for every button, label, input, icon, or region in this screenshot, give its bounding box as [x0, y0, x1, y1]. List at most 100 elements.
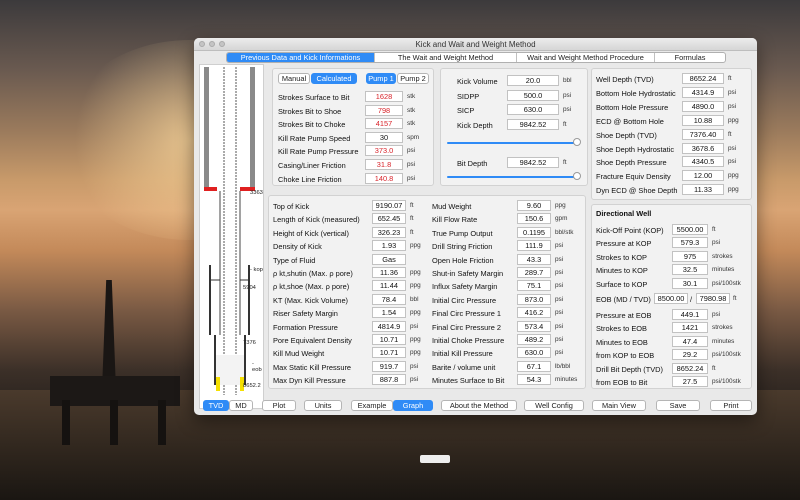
tab-wait-weight-method[interactable]: The Wait and Weight Method	[375, 53, 517, 62]
eob-row-field[interactable]: 1421	[672, 322, 708, 334]
pump-row-field[interactable]: 373.0	[365, 145, 403, 157]
result-left-row-field[interactable]: 11.44	[372, 280, 406, 292]
kick-row-field[interactable]: 500.0	[507, 89, 559, 101]
print-button[interactable]: Print	[710, 400, 752, 411]
result-left-row-field[interactable]: 652.45	[372, 213, 406, 225]
bit-depth-field[interactable]: 9842.52	[507, 157, 559, 168]
md-toggle[interactable]: MD	[229, 400, 253, 411]
example-button[interactable]: Example	[351, 400, 393, 411]
result-left-row-field[interactable]: 887.8	[372, 374, 406, 386]
result-left-row-field[interactable]: 10.71	[372, 334, 406, 345]
well-row-field[interactable]: 12.00	[682, 170, 724, 182]
result-left-row-field[interactable]: 1.54	[372, 307, 406, 319]
well-row-field[interactable]: 11.33	[682, 184, 724, 196]
eob-row-label: Strokes to EOB	[596, 324, 647, 334]
bit-row-field[interactable]: 27.5	[672, 376, 708, 388]
kop-row-field[interactable]: 975	[672, 250, 708, 262]
well-row-field[interactable]: 7376.40	[682, 128, 724, 140]
result-left-row-field[interactable]: 1.93	[372, 240, 406, 252]
pump-row-unit: psi	[407, 161, 416, 168]
result-right-row-unit: psi	[555, 269, 564, 276]
result-right-row-field[interactable]: 573.4	[517, 320, 551, 332]
result-right-row-field[interactable]: 630.0	[517, 347, 551, 359]
zoom-window-button[interactable]	[219, 41, 225, 47]
pump1-button[interactable]: Pump 1	[366, 73, 396, 84]
result-left-row-field[interactable]: 919.7	[372, 360, 406, 372]
result-left-row-field[interactable]: 78.4	[372, 293, 406, 305]
well-row-field[interactable]: 4890.0	[682, 100, 724, 112]
result-right-row-field[interactable]: 111.9	[517, 240, 551, 252]
result-left-row-field[interactable]: 9190.07	[372, 200, 406, 211]
pump-row-field[interactable]: 1628	[365, 91, 403, 102]
kick-row-field[interactable]: 20.0	[507, 75, 559, 86]
pump-row-label: Kill Rate Pump Pressure	[278, 147, 359, 157]
result-right-row-field[interactable]: 416.2	[517, 307, 551, 319]
pump-row-field[interactable]: 4157	[365, 118, 403, 130]
well-row-field[interactable]: 3678.6	[682, 142, 724, 154]
result-left-row-label: Pore Equivalent Density	[273, 336, 352, 345]
well-config-button[interactable]: Well Config	[524, 400, 584, 411]
result-right-row-field[interactable]: 150.6	[517, 213, 551, 225]
tvd-toggle[interactable]: TVD	[203, 400, 229, 411]
kop-row-field[interactable]: 32.5	[672, 264, 708, 276]
result-right-row-unit: psi	[555, 336, 564, 343]
eob-row-field[interactable]: 29.2	[672, 349, 708, 361]
tab-procedure[interactable]: Wait and Weight Method Procedure	[517, 53, 655, 62]
bit-depth-slider-knob[interactable]	[573, 172, 581, 180]
well-row-field[interactable]: 4340.5	[682, 156, 724, 168]
eob-tvd-field[interactable]: 7980.98	[696, 293, 730, 304]
eob-row-unit: psi	[712, 311, 721, 318]
manual-button[interactable]: Manual	[278, 73, 310, 84]
pump-row-label: Casing/Liner Friction	[278, 161, 346, 170]
result-left-row-field[interactable]: 4814.9	[372, 320, 406, 332]
result-left-row-label: Formation Pressure	[273, 322, 338, 332]
kop-row-field[interactable]: 5500.00	[672, 224, 708, 235]
save-button[interactable]: Save	[656, 400, 700, 411]
tab-formulas[interactable]: Formulas	[655, 53, 725, 62]
plot-button[interactable]: Plot	[262, 400, 296, 411]
result-right-row-field[interactable]: 289.7	[517, 267, 551, 278]
graph-button[interactable]: Graph	[393, 400, 433, 411]
well-row-field[interactable]: 8652.24	[682, 73, 724, 84]
pump-row-field[interactable]: 798	[365, 104, 403, 116]
eob-row-field[interactable]: 47.4	[672, 335, 708, 347]
result-left-row-field[interactable]: 10.71	[372, 347, 406, 359]
pump-row-field[interactable]: 30	[365, 131, 403, 143]
units-button[interactable]: Units	[304, 400, 342, 411]
tab-previous-data[interactable]: Previous Data and Kick Informations	[227, 53, 375, 62]
result-right-row-unit: psi	[555, 242, 564, 250]
result-right-row-field[interactable]: 67.1	[517, 360, 551, 372]
kop-row-field[interactable]: 579.3	[672, 237, 708, 249]
well-row-field[interactable]: 10.88	[682, 114, 724, 126]
bit-depth-slider[interactable]	[447, 176, 577, 178]
result-right-row-field[interactable]: 9.60	[517, 200, 551, 211]
pump2-button[interactable]: Pump 2	[397, 73, 429, 84]
close-window-button[interactable]	[199, 41, 205, 47]
about-method-button[interactable]: About the Method	[441, 400, 517, 411]
result-right-row-field[interactable]: 0.1195	[517, 226, 551, 238]
result-left-row-label: ρ kt,shutin (Max. ρ pore)	[273, 269, 353, 278]
result-right-row-field[interactable]: 75.1	[517, 280, 551, 292]
result-right-row-field[interactable]: 873.0	[517, 293, 551, 305]
minimize-window-button[interactable]	[209, 41, 215, 47]
well-row-unit: psi	[728, 88, 737, 96]
result-left-row-field[interactable]: 326.23	[372, 226, 406, 238]
result-left-row-field[interactable]: Gas	[372, 253, 406, 265]
kop-row-field[interactable]: 30.1	[672, 277, 708, 289]
pump-row-field[interactable]: 31.8	[365, 159, 403, 170]
pump-row-field[interactable]: 140.8	[365, 172, 403, 184]
kick-depth-slider-knob[interactable]	[573, 138, 581, 146]
kick-row-field[interactable]: 630.0	[507, 104, 559, 116]
well-row-field[interactable]: 4314.9	[682, 86, 724, 98]
main-view-button[interactable]: Main View	[592, 400, 646, 411]
kick-row-field[interactable]: 9842.52	[507, 118, 559, 130]
result-right-row-field[interactable]: 54.3	[517, 374, 551, 386]
result-left-row-field[interactable]: 11.36	[372, 267, 406, 278]
eob-row-field[interactable]: 449.1	[672, 309, 708, 320]
result-right-row-field[interactable]: 489.2	[517, 334, 551, 345]
result-right-row-field[interactable]: 43.3	[517, 253, 551, 265]
calculated-button[interactable]: Calculated	[311, 73, 357, 84]
bit-row-field[interactable]: 8652.24	[672, 363, 708, 374]
eob-md-field[interactable]: 8500.00	[654, 293, 688, 304]
kick-depth-slider[interactable]	[447, 142, 577, 144]
